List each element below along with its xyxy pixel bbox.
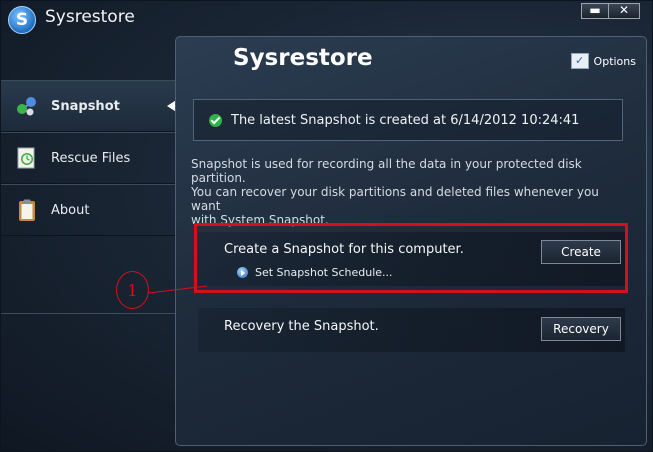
app-window: S Sysrestore ▬ ✕ Snapshot Rescue Files A… xyxy=(0,0,653,452)
annotation-arrow-line xyxy=(148,285,208,294)
annotation-number-badge: 1 xyxy=(116,271,149,309)
